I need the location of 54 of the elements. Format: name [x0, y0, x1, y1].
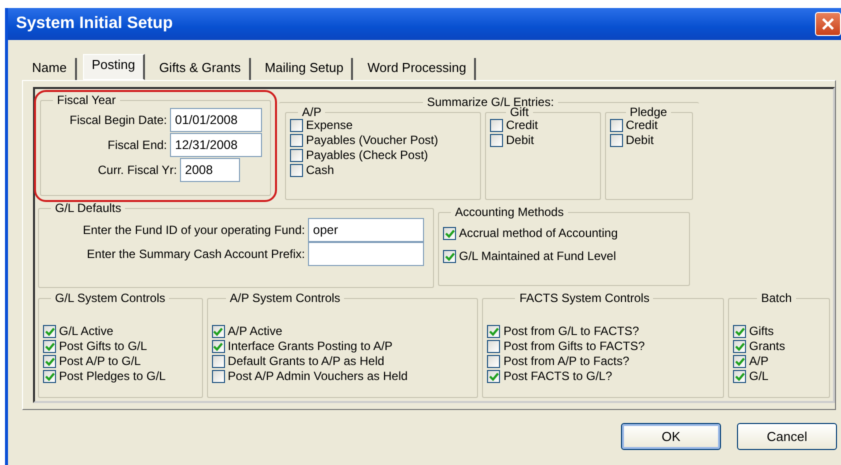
checkbox[interactable]: Post from Gifts to FACTS?	[487, 339, 720, 354]
input-field[interactable]: oper	[308, 218, 424, 242]
tab[interactable]: Gifts & Grants	[151, 58, 251, 80]
field-label: Fiscal Begin Date:	[68, 112, 167, 128]
input-field[interactable]: 12/31/2008	[170, 133, 262, 157]
checkbox[interactable]: Credit	[610, 118, 688, 133]
checkbox[interactable]: Interface Grants Posting to A/P	[212, 339, 474, 354]
group-title: Batch	[760, 292, 793, 304]
cancel-button[interactable]: Cancel	[737, 423, 837, 450]
group-title: Pledge	[628, 106, 668, 118]
checkbox[interactable]: G/L	[733, 369, 825, 384]
checkbox[interactable]: Default Grants to A/P as Held	[212, 354, 474, 369]
tab[interactable]: Posting	[82, 54, 146, 80]
window-title: System Initial Setup	[16, 14, 173, 34]
group-title: A/P	[301, 106, 322, 118]
group-title: Accounting Methods	[454, 206, 565, 218]
tab[interactable]: Mailing Setup	[256, 58, 354, 80]
group-title: Gift	[510, 106, 529, 118]
group-title: Fiscal Year	[56, 94, 117, 106]
checkbox[interactable]: Debit	[610, 133, 688, 148]
tab[interactable]: Name	[24, 58, 77, 80]
group-title: FACTS System Controls	[518, 292, 650, 304]
tab[interactable]: Word Processing	[359, 58, 476, 80]
checkbox[interactable]: Payables (Voucher Post)	[290, 133, 476, 148]
field-label: Fiscal End:	[106, 138, 167, 152]
group-title: Summarize G/L Entries:	[426, 96, 555, 108]
checkbox[interactable]: Credit	[490, 118, 596, 133]
checkbox[interactable]: Payables (Check Post)	[290, 148, 476, 163]
checkbox[interactable]: Accrual method of Accounting	[443, 226, 685, 241]
checkbox[interactable]: Post A/P Admin Vouchers as Held	[212, 369, 474, 384]
checkbox[interactable]: Post from G/L to FACTS?	[487, 324, 720, 339]
checkbox[interactable]: Post FACTS to G/L?	[487, 369, 720, 384]
field-label: Curr. Fiscal Yr:	[96, 162, 177, 178]
checkbox[interactable]: G/L Maintained at Fund Level	[443, 249, 685, 264]
checkbox[interactable]: G/L Active	[43, 324, 198, 339]
ok-button[interactable]: OK	[621, 423, 721, 450]
field-label: Enter the Fund ID of your operating Fund:	[82, 222, 305, 238]
checkbox[interactable]: Post Gifts to G/L	[43, 339, 198, 354]
input-field[interactable]: 01/01/2008	[170, 108, 262, 132]
input-field[interactable]: 2008	[180, 158, 240, 182]
checkbox[interactable]: Grants	[733, 339, 825, 354]
checkbox[interactable]: Post A/P to G/L	[43, 354, 198, 369]
group-title: A/P System Controls	[228, 292, 342, 304]
field-label: Enter the Summary Cash Account Prefix:	[86, 246, 305, 262]
checkbox[interactable]: Expense	[290, 118, 476, 133]
checkbox[interactable]: Post from A/P to Facts?	[487, 354, 720, 369]
checkbox[interactable]: Debit	[490, 133, 596, 148]
checkbox[interactable]: Post Pledges to G/L	[43, 369, 198, 384]
group-title: G/L System Controls	[54, 292, 166, 304]
checkbox[interactable]: Gifts	[733, 324, 825, 339]
checkbox[interactable]: A/P	[733, 354, 825, 369]
group-title: G/L Defaults	[54, 202, 122, 214]
checkbox[interactable]: Cash	[290, 163, 476, 178]
checkbox[interactable]: A/P Active	[212, 324, 474, 339]
